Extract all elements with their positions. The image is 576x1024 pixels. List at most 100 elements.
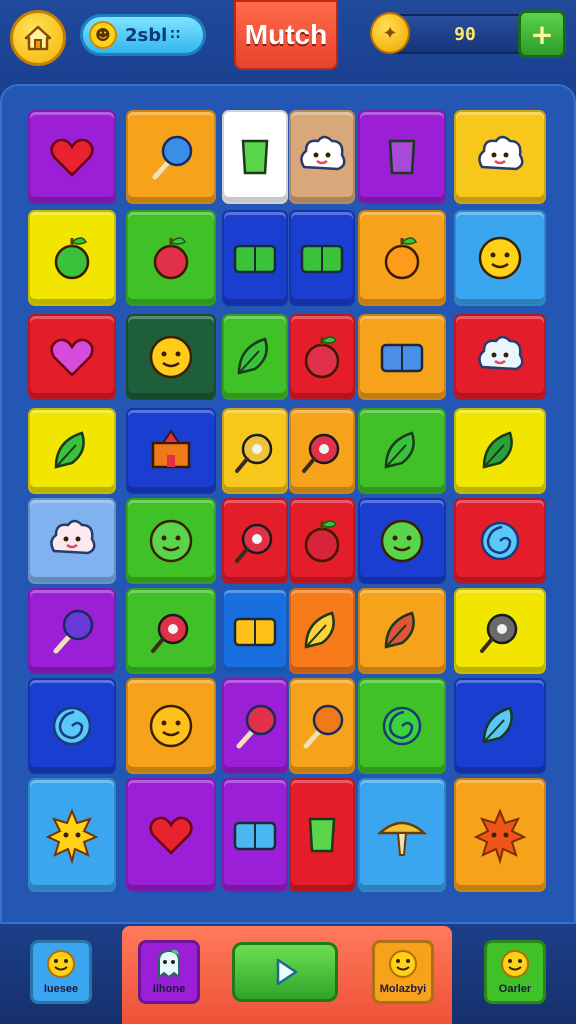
nav-button-4[interactable]: Oarler — [484, 940, 546, 1004]
board-tile[interactable] — [28, 678, 116, 774]
board-tile[interactable] — [289, 498, 355, 584]
purple-lollipop-icon — [53, 609, 94, 654]
board-tile[interactable] — [454, 408, 546, 494]
nav-label-1: Iuesee — [43, 983, 79, 995]
board-tile[interactable] — [454, 110, 546, 204]
nav-label-2: Ilhone — [152, 983, 186, 995]
board-tile[interactable] — [358, 678, 446, 774]
board-tile[interactable] — [222, 588, 288, 674]
home-icon — [24, 25, 52, 51]
purple-heart-icon — [50, 338, 94, 377]
nav-button-2[interactable]: Ilhone — [138, 940, 200, 1004]
orange-sun-icon — [473, 808, 527, 865]
board-tile[interactable] — [289, 588, 355, 674]
board-tile[interactable] — [289, 314, 355, 400]
board-tile[interactable] — [358, 778, 446, 892]
top-bar: ☻ 2sbl ∷ Mutch 90 ✦ + — [0, 0, 576, 82]
nav-button-1[interactable]: Iuesee — [30, 940, 92, 1004]
board-tile[interactable] — [358, 210, 446, 306]
heart-card-icon — [380, 343, 424, 373]
home-button[interactable] — [10, 10, 66, 66]
board-tile[interactable] — [28, 314, 116, 400]
green-cup-icon — [241, 139, 269, 175]
board-tile[interactable] — [222, 498, 288, 584]
board-tile[interactable] — [222, 110, 288, 204]
board-tile[interactable] — [289, 408, 355, 494]
lollipop-icon — [152, 135, 193, 180]
sun-face-icon — [501, 950, 529, 978]
board-tile[interactable] — [222, 678, 288, 774]
nav-label-4: Oarler — [498, 983, 532, 995]
nav-label-3: Molazbyi — [379, 983, 427, 995]
frying-pan-icon — [480, 613, 518, 653]
green-vase-icon — [308, 817, 336, 853]
play-button[interactable] — [232, 942, 338, 1002]
board-tile[interactable] — [126, 778, 216, 892]
green-swirl-icon — [382, 706, 422, 746]
blue-swirl-icon — [52, 706, 92, 746]
sun-star-icon — [45, 808, 99, 865]
orange-face-icon — [149, 704, 193, 748]
board-tile[interactable] — [358, 314, 446, 400]
board-tile[interactable] — [358, 408, 446, 494]
board-tile[interactable] — [28, 408, 116, 494]
board-tile[interactable] — [126, 498, 216, 584]
smiley-sun-icon — [478, 236, 522, 280]
board-tile[interactable] — [289, 778, 355, 892]
board-tile[interactable] — [126, 210, 216, 306]
board-tile[interactable] — [289, 210, 355, 306]
coin-count: 90 — [454, 23, 476, 45]
board-tile[interactable] — [126, 588, 216, 674]
board-tile[interactable] — [454, 314, 546, 400]
board-tile[interactable] — [454, 498, 546, 584]
radish-icon — [304, 520, 340, 563]
board-tile[interactable] — [126, 314, 216, 400]
board-tile[interactable] — [28, 778, 116, 892]
swirl-icon — [480, 521, 520, 561]
board-tile[interactable] — [28, 588, 116, 674]
board-tile[interactable] — [358, 110, 446, 204]
score-pill: ☻ 2sbl ∷ — [80, 14, 206, 56]
bottle-icon — [388, 139, 416, 175]
blob-face-icon — [50, 519, 96, 555]
red-heart-tilt-icon — [149, 816, 193, 855]
plus-icon: + — [530, 17, 554, 51]
board-tile[interactable] — [126, 110, 216, 204]
board-tile[interactable] — [222, 778, 288, 892]
board-tile[interactable] — [126, 408, 216, 494]
gift-box-icon — [233, 244, 277, 274]
board-tile[interactable] — [358, 588, 446, 674]
sheep-icon — [300, 135, 346, 171]
bell-candy-icon — [304, 611, 335, 649]
board-tile[interactable] — [222, 408, 288, 494]
board-tile[interactable] — [358, 498, 446, 584]
carrot-icon — [384, 431, 415, 469]
board-tile[interactable] — [289, 110, 355, 204]
board-tile[interactable] — [454, 678, 546, 774]
board-tile[interactable] — [28, 498, 116, 584]
board-tile[interactable] — [126, 678, 216, 774]
clover-icon — [482, 431, 513, 469]
green-ball-icon — [380, 519, 424, 563]
board-tile[interactable] — [454, 778, 546, 892]
mushroom-icon — [376, 821, 428, 856]
red-lollipop-icon — [236, 704, 277, 749]
board-tile[interactable] — [454, 210, 546, 306]
strawberry-star-icon — [153, 237, 189, 280]
board-tile[interactable] — [222, 314, 288, 400]
board-tile[interactable] — [28, 110, 116, 204]
candy-wrap-icon — [482, 706, 513, 744]
red-donut-icon — [151, 613, 189, 653]
add-coins-button[interactable]: + — [518, 10, 566, 58]
joystick-icon — [302, 433, 340, 473]
smiley-icon: ☻ — [89, 21, 117, 49]
nav-button-3[interactable]: Molazbyi — [372, 940, 434, 1004]
board-tile[interactable] — [454, 588, 546, 674]
play-icon — [276, 958, 298, 986]
heart-icon — [50, 138, 94, 177]
score-text: 2sbl — [125, 24, 168, 46]
board-tile[interactable] — [28, 210, 116, 306]
orange-fruit-icon — [384, 237, 420, 280]
board-tile[interactable] — [222, 210, 288, 306]
board-tile[interactable] — [289, 678, 355, 774]
